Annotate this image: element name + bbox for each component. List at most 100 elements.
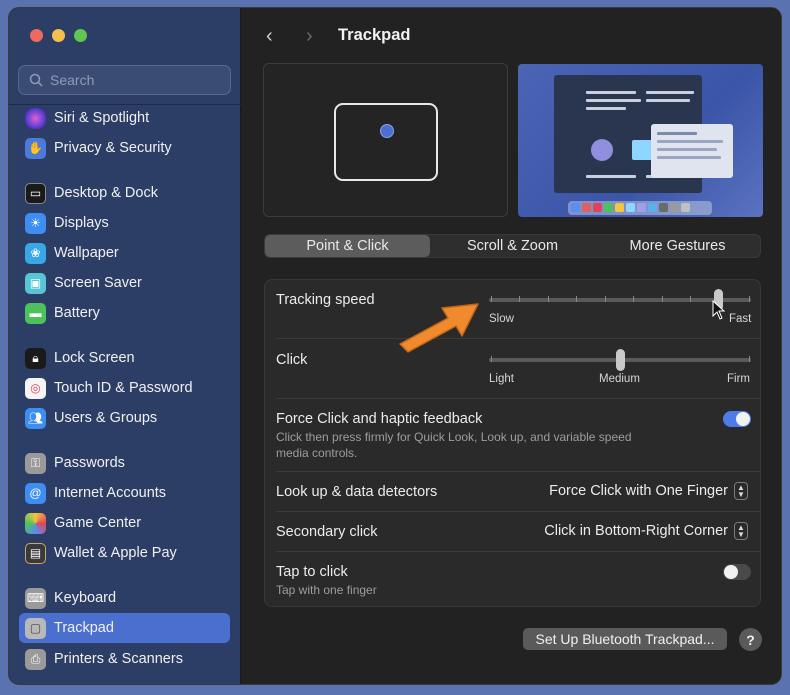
at-icon: @ [25,482,46,504]
sidebar-item-label: Passwords [54,455,125,471]
sidebar-item-label: Wallet & Apple Pay [54,545,177,561]
look-up-popup[interactable]: Force Click with One Finger ▲ ▼ [549,482,748,500]
preview-line [586,107,626,110]
popup-stepper-icon: ▲ ▼ [734,482,748,500]
secondary-click-label: Secondary click [276,524,378,540]
secondary-click-value: Click in Bottom-Right Corner [544,523,728,539]
window-controls [30,29,87,42]
sidebar-item-wallpaper[interactable]: ❀ Wallpaper [19,238,230,268]
click-label: Click [276,352,308,368]
fast-label: Fast [729,313,752,325]
tracking-speed-label: Tracking speed [276,292,375,308]
sidebar-item-label: Desktop & Dock [54,185,158,201]
sidebar-item-label: Screen Saver [54,275,142,291]
gamecenter-icon [25,512,46,534]
tab-more-gestures[interactable]: More Gestures [595,235,760,257]
search-input[interactable]: Search [18,65,231,95]
preview-line [586,91,636,94]
popup-stepper-icon: ▲ ▼ [734,522,748,540]
search-icon [29,73,43,87]
sidebar-item-displays[interactable]: ☀ Displays [19,208,230,238]
sidebar-item-label: Users & Groups [54,410,158,426]
sidebar-item-label: Privacy & Security [54,140,172,156]
sidebar-item-screen-saver[interactable]: ▣ Screen Saver [19,268,230,298]
medium-label: Medium [599,373,640,385]
flower-icon: ❀ [25,242,46,264]
force-click-label: Force Click and haptic feedback [276,411,483,427]
minimize-button[interactable] [52,29,65,42]
sidebar-item-label: Battery [54,305,100,321]
printer-icon: ⎙ [25,648,46,670]
look-up-label: Look up & data detectors [276,484,438,500]
sidebar-item-desktop-dock[interactable]: ▭ Desktop & Dock [19,178,230,208]
close-button[interactable] [30,29,43,42]
row-divider [276,471,760,472]
look-up-value: Force Click with One Finger [549,483,728,499]
sidebar-item-touch-id-password[interactable]: ◎ Touch ID & Password [19,373,230,403]
help-button[interactable]: ? [739,628,762,651]
sidebar-item-keyboard[interactable]: ⌨ Keyboard [19,583,230,613]
sidebar-item-wallet-apple-pay[interactable]: ▤ Wallet & Apple Pay [19,538,230,568]
preview-line [646,99,690,102]
slow-label: Slow [489,313,514,325]
preview-square [632,140,652,160]
screensaver-icon: ▣ [25,272,46,294]
preview-line [646,91,694,94]
gesture-video-preview [518,64,763,217]
sidebar-item-trackpad[interactable]: ▢ Trackpad [19,613,230,643]
force-click-toggle[interactable] [723,411,751,427]
siri-icon [25,107,46,129]
tap-to-click-toggle[interactable] [723,564,751,580]
preview-line [586,175,636,178]
tab-point-click[interactable]: Point & Click [265,235,430,257]
tap-to-click-label: Tap to click [276,564,348,580]
hand-icon: ✋ [25,137,46,159]
forward-chevron-icon[interactable]: › [306,25,313,48]
sidebar-item-label: Internet Accounts [54,485,167,501]
preview-popup-card [651,124,733,178]
battery-icon: ▬ [25,302,46,324]
sidebar-item-lock-screen[interactable]: 🔒︎ Lock Screen [19,343,230,373]
row-divider [276,551,760,552]
sidebar-item-privacy-security[interactable]: ✋ Privacy & Security [19,133,230,163]
sidebar-item-label: Displays [54,215,109,231]
tab-scroll-zoom[interactable]: Scroll & Zoom [430,235,595,257]
sidebar-item-label: Keyboard [54,590,117,606]
force-click-description-2: media controls. [276,446,358,460]
sidebar-item-label: Lock Screen [54,350,135,366]
sidebar-item-label: Printers & Scanners [54,651,183,667]
sidebar-item-game-center[interactable]: Game Center [19,508,230,538]
click-knob[interactable] [616,349,625,371]
preview-line [657,132,697,135]
trackpad-illustration [334,103,438,181]
sun-icon: ☀ [25,212,46,234]
users-icon: 👥︎ [25,407,46,429]
annotation-arrow-icon [399,303,479,353]
force-click-description-1: Click then press firmly for Quick Look, … [276,430,632,444]
preview-line [586,99,641,102]
trackpad-preview [263,63,508,217]
sidebar-item-label: Wallpaper [54,245,119,261]
sidebar-item-siri-spotlight[interactable]: Siri & Spotlight [19,103,230,133]
secondary-click-popup[interactable]: Click in Bottom-Right Corner ▲ ▼ [544,522,748,540]
row-divider [276,338,760,339]
key-icon: ⚿ [25,452,46,474]
search-placeholder: Search [50,72,95,88]
back-chevron-icon[interactable]: ‹ [266,25,273,48]
firm-label: Firm [727,373,750,385]
sidebar-item-users-groups[interactable]: 👥︎ Users & Groups [19,403,230,433]
sidebar-item-battery[interactable]: ▬ Battery [19,298,230,328]
sidebar-item-printers-scanners[interactable]: ⎙ Printers & Scanners [19,644,230,674]
preview-line [657,148,717,151]
tab-bar: Point & Click Scroll & Zoom More Gesture… [264,234,761,258]
keyboard-icon: ⌨ [25,587,46,609]
sidebar-item-label: Touch ID & Password [54,380,193,396]
main-pane: ‹ › Trackpad Point & Click Scroll & Zoom… [242,8,781,684]
page-title: Trackpad [338,26,411,44]
preview-circle [591,139,613,161]
zoom-button[interactable] [74,29,87,42]
sidebar-item-passwords[interactable]: ⚿ Passwords [19,448,230,478]
touch-point-indicator [380,124,394,138]
setup-bluetooth-trackpad-button[interactable]: Set Up Bluetooth Trackpad... [523,628,727,650]
sidebar-item-internet-accounts[interactable]: @ Internet Accounts [19,478,230,508]
